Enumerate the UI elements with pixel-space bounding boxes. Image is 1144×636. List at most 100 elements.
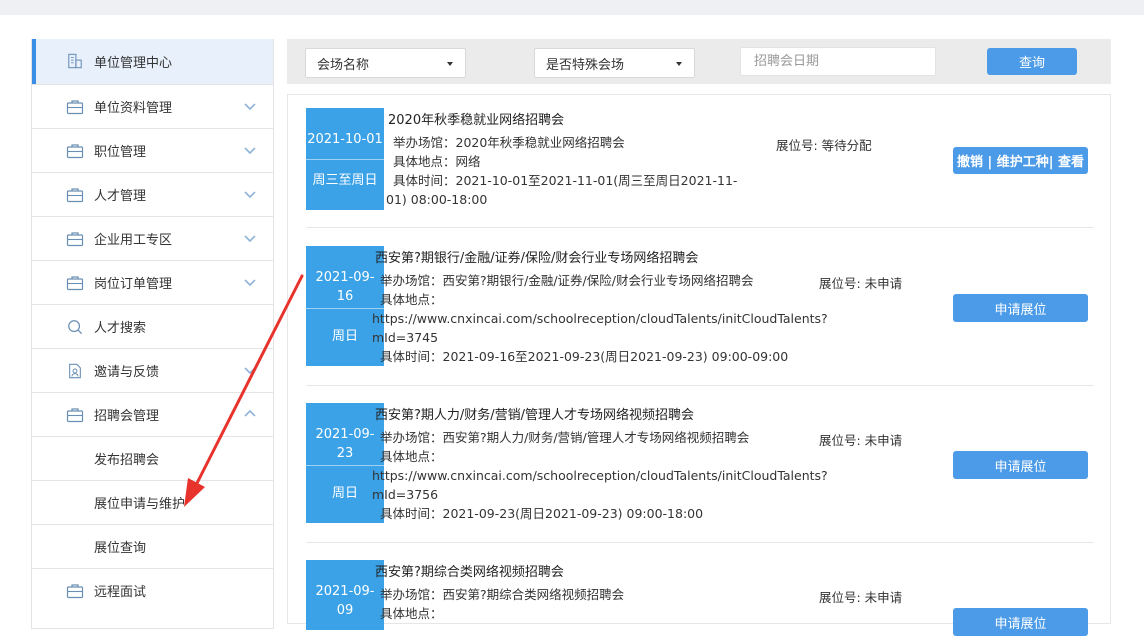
apply-booth-button[interactable]: 申请展位 <box>953 451 1088 479</box>
briefcase-icon <box>66 408 84 423</box>
time-text: 具体时间：2021-09-16至2021-09-23(周日2021-09-23)… <box>380 349 789 364</box>
time-text: 具体时间：2021-09-23(周日2021-09-23) 09:00-18:0… <box>380 506 704 521</box>
venue-text: 举办场馆：西安第?期银行/金融/证券/保险/财会行业专场网络招聘会 <box>380 273 754 288</box>
chevron-down-icon <box>244 103 256 111</box>
caret-down-icon <box>676 62 682 66</box>
chevron-down-icon <box>244 367 256 375</box>
date-box: 2021-10-01 周三至周日 <box>306 108 384 210</box>
date-text: 2021-09-23 <box>315 427 375 461</box>
briefcase-icon <box>66 144 84 159</box>
divider <box>306 385 1094 386</box>
date-box: 2021-09-09 <box>306 560 384 630</box>
job-fair-date-input[interactable] <box>740 47 936 76</box>
weekday-text: 周三至周日 <box>312 173 378 188</box>
venue-text: 举办场馆：西安第?期人力/财务/营销/管理人才专场网络视频招聘会 <box>380 430 750 445</box>
sidebar-item-label: 职位管理 <box>94 145 147 160</box>
location-url-cont: mId=3756 <box>372 487 439 502</box>
revoke-maintain-view-button[interactable]: 撤销 | 维护工种| 查看 <box>953 147 1088 174</box>
sidebar-item-label: 企业用工专区 <box>94 233 173 248</box>
location-url-cont: mId=3745 <box>372 330 439 345</box>
apply-booth-button[interactable]: 申请展位 <box>953 608 1088 636</box>
sidebar-item-label: 人才搜索 <box>94 321 147 336</box>
briefcase-icon <box>66 276 84 291</box>
job-fair-title: 2020年秋季稳就业网络招聘会 <box>388 113 565 128</box>
chevron-down-icon <box>244 191 256 199</box>
briefcase-icon <box>66 232 84 247</box>
sidebar-item-invite-feedback[interactable]: 邀请与反馈 <box>32 348 273 392</box>
list-item: 2021-10-01 周三至周日 2020年秋季稳就业网络招聘会 举办场馆：20… <box>306 108 1094 228</box>
location-text: 具体地点： <box>380 449 443 464</box>
date-divider <box>306 159 384 160</box>
date-box: 2021-09-16 周日 <box>306 246 384 366</box>
briefcase-icon <box>66 584 84 599</box>
job-fair-title: 西安第?期人力/财务/营销/管理人才专场网络视频招聘会 <box>375 408 695 423</box>
invite-document-icon <box>69 363 81 379</box>
sidebar-item-label: 发布招聘会 <box>94 453 160 468</box>
booth-status: 展位号: 等待分配 <box>776 138 872 153</box>
filter-bar: 会场名称 是否特殊会场 查询 <box>287 39 1111 84</box>
date-text: 2021-09-09 <box>315 584 375 618</box>
query-button[interactable]: 查询 <box>987 48 1077 75</box>
venue-text: 举办场馆：西安第?期综合类网络视频招聘会 <box>380 587 625 602</box>
apply-booth-button[interactable]: 申请展位 <box>953 294 1088 322</box>
special-venue-select-value: 是否特殊会场 <box>546 57 625 73</box>
sidebar: 单位管理中心 单位资料管理 职位管理 人才管理 企业用工专区 岗位订单管理 人才… <box>31 39 274 629</box>
sidebar-item-unit-center[interactable]: 单位管理中心 <box>32 39 273 84</box>
sidebar-item-publish-job-fair[interactable]: 发布招聘会 <box>32 436 273 480</box>
sidebar-item-label: 邀请与反馈 <box>94 365 160 380</box>
sidebar-item-talent-search[interactable]: 人才搜索 <box>32 304 273 348</box>
venue-name-select-value: 会场名称 <box>317 57 370 73</box>
chevron-up-icon <box>244 409 256 417</box>
chevron-down-icon <box>244 147 256 155</box>
job-fair-list: 2021-10-01 周三至周日 2020年秋季稳就业网络招聘会 举办场馆：20… <box>287 94 1111 636</box>
sidebar-item-job-management[interactable]: 职位管理 <box>32 128 273 172</box>
date-text: 2021-09-16 <box>315 270 375 304</box>
job-fair-title: 西安第?期综合类网络视频招聘会 <box>375 565 564 580</box>
sidebar-item-label: 展位查询 <box>94 541 147 556</box>
chevron-down-icon <box>244 279 256 287</box>
list-item: 2021-09-23 周日 西安第?期人力/财务/营销/管理人才专场网络视频招聘… <box>306 403 1094 543</box>
booth-status: 展位号: 未申请 <box>819 590 903 605</box>
sidebar-item-label: 单位管理中心 <box>94 56 173 71</box>
search-icon <box>68 320 83 335</box>
sidebar-item-label: 远程面试 <box>94 585 147 600</box>
job-fair-title: 西安第?期银行/金融/证券/保险/财会行业专场网络招聘会 <box>375 251 699 266</box>
sidebar-item-label: 招聘会管理 <box>94 409 160 424</box>
divider <box>306 542 1094 543</box>
location-text: 具体地点：网络 <box>393 154 481 169</box>
sidebar-item-label: 岗位订单管理 <box>94 277 173 292</box>
briefcase-icon <box>66 100 84 115</box>
sidebar-item-job-fair-management[interactable]: 招聘会管理 <box>32 392 273 436</box>
location-url: https://www.cnxincai.com/schoolreception… <box>372 311 828 326</box>
date-box: 2021-09-23 周日 <box>306 403 384 523</box>
sidebar-item-talent-management[interactable]: 人才管理 <box>32 172 273 216</box>
chevron-down-icon <box>244 235 256 243</box>
sidebar-item-unit-profile[interactable]: 单位资料管理 <box>32 84 273 128</box>
location-text: 具体地点： <box>380 292 443 307</box>
time-text: 具体时间：2021-10-01至2021-11-01(周三至周日2021-11- <box>393 173 738 188</box>
sidebar-item-booth-query[interactable]: 展位查询 <box>32 524 273 568</box>
booth-status: 展位号: 未申请 <box>819 433 903 448</box>
sidebar-item-label: 展位申请与维护 <box>94 497 186 512</box>
caret-down-icon <box>447 62 453 66</box>
list-item: 2021-09-16 周日 西安第?期银行/金融/证券/保险/财会行业专场网络招… <box>306 246 1094 386</box>
sidebar-item-booth-apply-maintain[interactable]: 展位申请与维护 <box>32 480 273 524</box>
location-text: 具体地点： <box>380 606 443 621</box>
divider <box>306 227 1094 228</box>
venue-text: 举办场馆：2020年秋季稳就业网络招聘会 <box>393 135 625 150</box>
list-item: 2021-09-09 西安第?期综合类网络视频招聘会 举办场馆：西安第?期综合类… <box>306 560 1094 636</box>
location-url: https://www.cnxincai.com/schoolreception… <box>372 468 828 483</box>
date-text: 2021-10-01 <box>307 132 383 147</box>
briefcase-icon <box>66 188 84 203</box>
sidebar-item-label: 单位资料管理 <box>94 101 173 116</box>
special-venue-select[interactable]: 是否特殊会场 <box>534 48 695 78</box>
building-icon <box>68 53 82 69</box>
time-text-cont: 01) 08:00-18:00 <box>386 192 488 207</box>
top-bar <box>0 0 1144 15</box>
sidebar-item-label: 人才管理 <box>94 189 147 204</box>
booth-status: 展位号: 未申请 <box>819 276 903 291</box>
sidebar-item-position-orders[interactable]: 岗位订单管理 <box>32 260 273 304</box>
sidebar-item-remote-interview[interactable]: 远程面试 <box>32 568 273 612</box>
venue-name-select[interactable]: 会场名称 <box>305 48 466 78</box>
sidebar-item-enterprise-employment[interactable]: 企业用工专区 <box>32 216 273 260</box>
